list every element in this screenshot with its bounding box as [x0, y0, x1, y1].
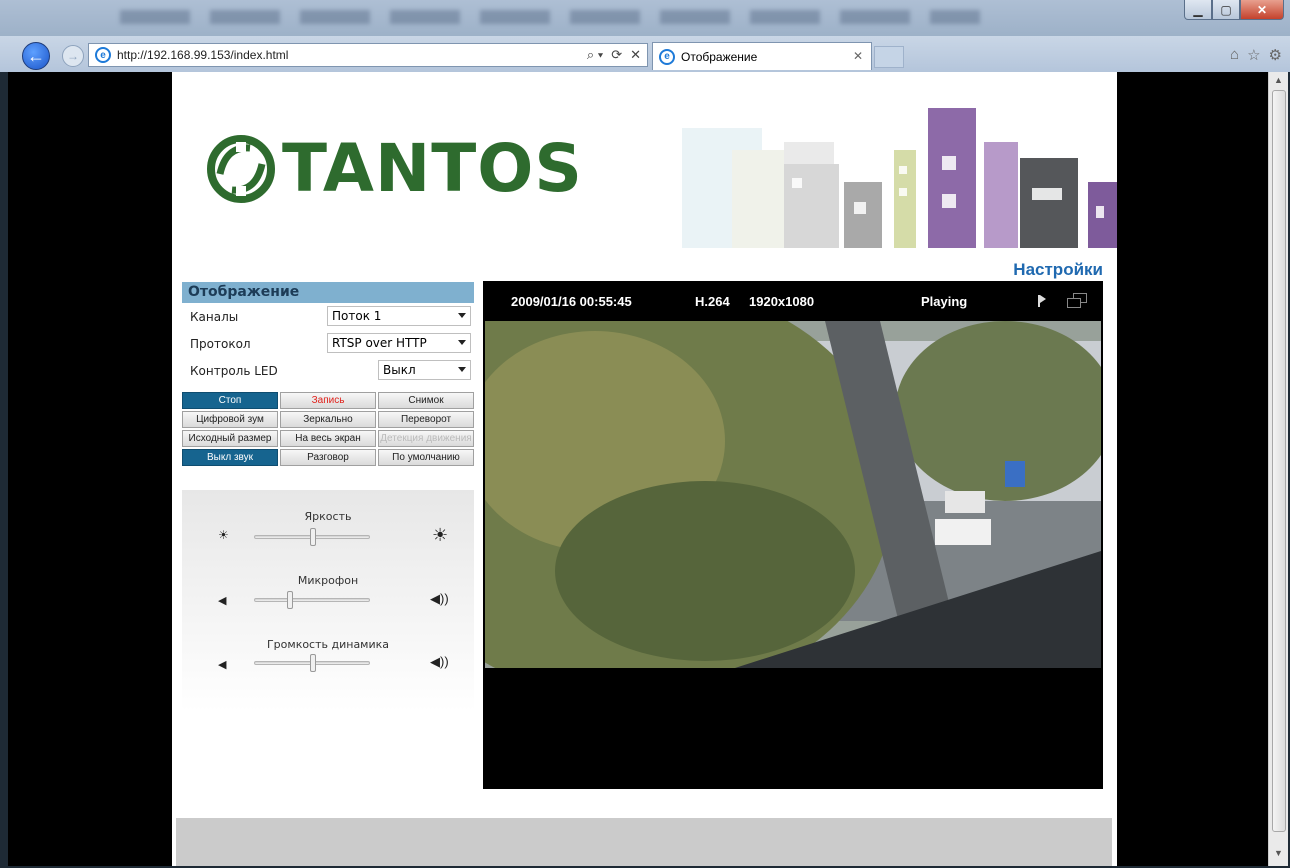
new-tab-button[interactable]	[874, 46, 904, 68]
minimize-button[interactable]: ▁	[1184, 0, 1212, 20]
video-player[interactable]: 2009/01/16 00:55:45 H.264 1920x1080 Play…	[483, 281, 1103, 789]
video-status: Playing	[921, 294, 968, 309]
audio-video-sliders: Яркость ☀ ☀ Микрофон ◀ ◀)) Громкость дин…	[182, 490, 474, 712]
video-codec: H.264	[695, 294, 730, 309]
channels-label: Каналы	[190, 310, 239, 324]
flag-icon[interactable]	[1038, 295, 1046, 307]
volume-high-icon: ◀))	[430, 654, 449, 669]
camera-video-frame	[485, 321, 1101, 668]
browser-toolbar-icons: ⌂ ☆ ⚙	[1230, 46, 1282, 64]
speaker-volume-label: Громкость динамика	[266, 638, 390, 651]
speaker-volume-slider-thumb[interactable]	[310, 654, 316, 672]
back-button[interactable]: ←	[22, 42, 50, 70]
web-content: TANTOS Настройки Отображение Каналы Пото…	[172, 72, 1117, 866]
video-resolution: 1920x1080	[749, 294, 815, 309]
scroll-down-arrow-icon[interactable]: ▼	[1274, 848, 1283, 858]
volume-high-icon: ◀))	[430, 591, 449, 606]
refresh-icon[interactable]: ⟳	[611, 47, 622, 63]
brightness-slider[interactable]	[254, 528, 370, 546]
brightness-slider-thumb[interactable]	[310, 528, 316, 546]
microphone-slider[interactable]	[254, 591, 370, 609]
camera-scene-image	[485, 321, 1101, 668]
motion-detection-button: Детекция движения	[378, 430, 474, 447]
window-controls: ▁ ▢ ✕	[1184, 0, 1284, 20]
volume-low-icon: ◀	[218, 659, 227, 671]
gear-icon[interactable]: ⚙	[1269, 46, 1282, 64]
digital-zoom-button[interactable]: Цифровой зум	[182, 411, 278, 428]
tab-close-icon[interactable]: ✕	[853, 49, 863, 63]
settings-link[interactable]: Настройки	[1013, 260, 1103, 280]
chevron-down-icon	[458, 367, 466, 372]
channels-row: Каналы Поток 1	[182, 303, 474, 330]
video-timestamp: 2009/01/16 00:55:45	[511, 294, 632, 309]
protocol-label: Протокол	[190, 337, 251, 351]
scroll-up-arrow-icon[interactable]: ▲	[1274, 75, 1283, 85]
favorites-star-icon[interactable]: ☆	[1247, 46, 1260, 64]
control-buttons: Стоп Запись Снимок Цифровой зум Зеркальн…	[182, 392, 474, 468]
channels-select[interactable]: Поток 1	[327, 306, 471, 326]
chevron-down-icon	[458, 340, 466, 345]
tantos-logo-mark-icon	[207, 134, 275, 203]
protocol-row: Протокол RTSP over HTTP	[182, 330, 474, 357]
led-control-select[interactable]: Выкл	[378, 360, 471, 380]
speaker-volume-slider[interactable]	[254, 654, 370, 672]
panel-title: Отображение	[182, 282, 474, 303]
stop-icon[interactable]: ✕	[630, 47, 641, 63]
address-bar[interactable]: e http://192.168.99.153/index.html ⌕ ▾ ⟳…	[88, 43, 648, 67]
page-footer	[176, 818, 1112, 866]
microphone-slider-thumb[interactable]	[286, 591, 293, 609]
close-window-button[interactable]: ✕	[1240, 0, 1284, 20]
search-dropdown-icon[interactable]: ⌕ ▾	[587, 47, 603, 63]
fullscreen-button[interactable]: На весь экран	[280, 430, 376, 447]
back-arrow-icon: ←	[27, 45, 45, 66]
talk-button[interactable]: Разговор	[280, 449, 376, 466]
brightness-high-icon: ☀	[432, 525, 449, 545]
display-panel: Отображение Каналы Поток 1 Протокол RTSP…	[182, 282, 474, 384]
tantos-logo: TANTOS	[206, 130, 583, 207]
chevron-down-icon	[458, 313, 466, 318]
led-control-label: Контроль LED	[190, 364, 278, 378]
volume-low-icon: ◀	[218, 595, 227, 607]
brightness-low-icon: ☀	[218, 528, 229, 542]
mute-button[interactable]: Выкл звук	[182, 449, 278, 466]
brightness-label: Яркость	[304, 510, 352, 523]
channels-select-value: Поток 1	[332, 309, 382, 323]
vertical-scrollbar[interactable]: ▲ ▼	[1268, 72, 1288, 866]
protocol-select[interactable]: RTSP over HTTP	[327, 333, 471, 353]
browser-tab[interactable]: e Отображение ✕	[652, 42, 872, 70]
led-control-row: Контроль LED Выкл	[182, 357, 474, 384]
flip-button[interactable]: Переворот	[378, 411, 474, 428]
led-control-select-value: Выкл	[383, 363, 416, 377]
ie-icon: e	[95, 47, 111, 63]
scrollbar-thumb[interactable]	[1272, 90, 1286, 832]
protocol-select-value: RTSP over HTTP	[332, 336, 427, 350]
tab-ie-icon: e	[659, 48, 675, 65]
mirror-button[interactable]: Зеркально	[280, 411, 376, 428]
forward-arrow-icon: →	[67, 49, 79, 63]
home-icon[interactable]: ⌂	[1230, 46, 1239, 64]
tab-title: Отображение	[681, 49, 758, 64]
snapshot-button[interactable]: Снимок	[378, 392, 474, 409]
stop-button[interactable]: Стоп	[182, 392, 278, 409]
maximize-button[interactable]: ▢	[1212, 0, 1240, 20]
window-mode-icon[interactable]	[1067, 293, 1089, 309]
video-info-bar: 2009/01/16 00:55:45 H.264 1920x1080 Play…	[483, 281, 1103, 321]
window-titlebar: ▁ ▢ ✕	[0, 0, 1290, 36]
record-button[interactable]: Запись	[280, 392, 376, 409]
logo-text: TANTOS	[282, 130, 583, 207]
original-size-button[interactable]: Исходный размер	[182, 430, 278, 447]
default-button[interactable]: По умолчанию	[378, 449, 474, 466]
titlebar-background-blur	[120, 10, 980, 24]
address-url: http://192.168.99.153/index.html	[117, 48, 289, 62]
microphone-label: Микрофон	[297, 574, 359, 587]
forward-button[interactable]: →	[62, 45, 84, 67]
